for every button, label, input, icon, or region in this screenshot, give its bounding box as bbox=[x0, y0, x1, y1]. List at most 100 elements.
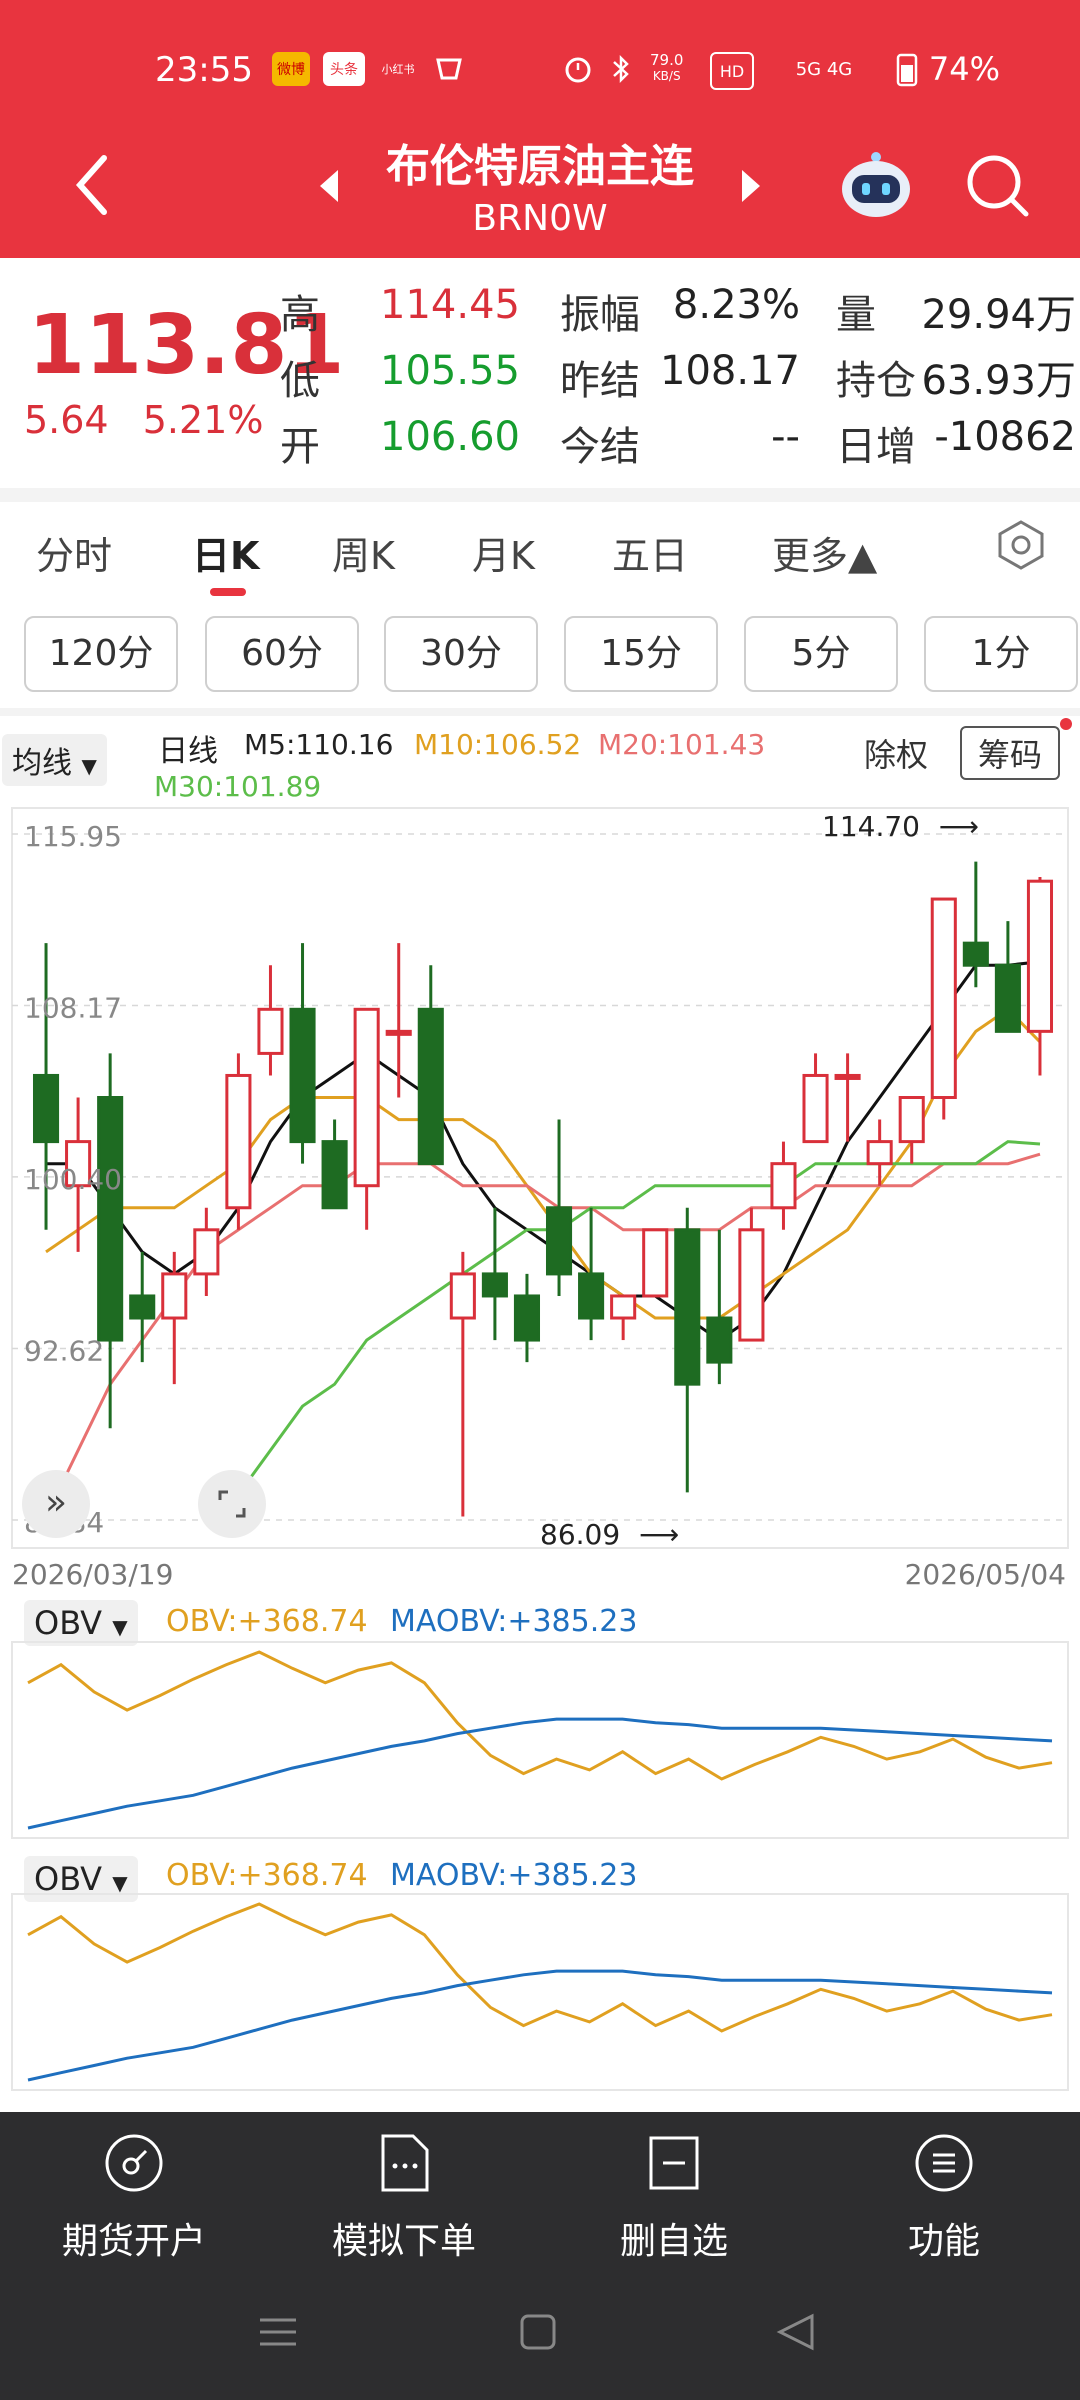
page-title: 布伦特原油主连 bbox=[386, 141, 694, 192]
price-change: 5.64 5.21% bbox=[24, 398, 263, 442]
open-futures-account-button[interactable]: 期货开户 bbox=[34, 2132, 234, 2264]
kline-chart[interactable]: 115.95108.17100.4092.6284.84 bbox=[0, 800, 1080, 1560]
candle-body bbox=[866, 1140, 893, 1166]
obv-value: OBV:+368.74 bbox=[166, 1604, 368, 1639]
xiaohongshu-icon: 小红书 bbox=[381, 63, 415, 76]
compass-icon bbox=[105, 2134, 163, 2192]
obv-chart-2[interactable] bbox=[0, 1892, 1080, 2092]
obv-chart[interactable] bbox=[0, 1640, 1080, 1840]
indicator-select[interactable]: 均线 ▼ bbox=[2, 734, 107, 786]
low-label: 低 bbox=[280, 358, 320, 404]
search-icon bbox=[967, 155, 1029, 217]
net-speed: 79.0 KB/S bbox=[650, 52, 683, 84]
triangle-right-icon bbox=[742, 170, 760, 202]
candle-body bbox=[481, 1272, 508, 1298]
x-start-label: 2026/03/19 bbox=[12, 1558, 174, 1591]
assistant-robot-button[interactable] bbox=[838, 145, 914, 221]
candle-body bbox=[834, 1073, 861, 1080]
volume-value: 29.94万 bbox=[921, 292, 1076, 338]
system-menu-button[interactable] bbox=[258, 2312, 298, 2352]
prev-settle-label: 昨结 bbox=[560, 358, 640, 404]
obv-value-2: OBV:+368.74 bbox=[166, 1858, 368, 1893]
notification-dot bbox=[1060, 718, 1072, 730]
tab-more[interactable]: 更多▲ bbox=[772, 525, 877, 580]
y-tick-label: 115.95 bbox=[24, 820, 122, 853]
candle-body bbox=[32, 1073, 60, 1144]
simulated-order-button[interactable]: 模拟下单 bbox=[304, 2132, 504, 2264]
candle-body bbox=[321, 1140, 348, 1210]
quote-panel: 113.81 5.64 5.21% 高 114.45 低 105.55 开 10… bbox=[0, 258, 1080, 488]
fullscreen-button[interactable] bbox=[198, 1470, 266, 1538]
remove-watchlist-button[interactable]: 删自选 bbox=[574, 2132, 774, 2264]
robot-icon bbox=[842, 152, 910, 217]
candle-body bbox=[642, 1228, 669, 1298]
settle-label: 今结 bbox=[560, 424, 640, 470]
candle-body bbox=[513, 1294, 541, 1342]
max-price-text: 114.70 bbox=[822, 810, 920, 843]
functions-button[interactable]: 功能 bbox=[844, 2132, 1044, 2264]
candle-body bbox=[353, 1007, 380, 1188]
header-bar: 23:55 微博 头条 小红书 79.0 KB/S HD 5G 4G 74% 布… bbox=[0, 0, 1080, 258]
interval-120min[interactable]: 120分 bbox=[24, 616, 178, 692]
expand-left-button[interactable]: » bbox=[22, 1470, 90, 1538]
candle-body bbox=[129, 1294, 156, 1320]
candle-body bbox=[802, 1073, 829, 1144]
ma10-label: M10:106.52 bbox=[414, 728, 582, 761]
weibo-icon: 微博 bbox=[272, 52, 310, 86]
next-contract-button[interactable] bbox=[738, 168, 762, 204]
settings-hexagon-icon bbox=[998, 520, 1044, 570]
obv-select-label: OBV bbox=[34, 1604, 103, 1642]
exright-button[interactable]: 除权 bbox=[864, 730, 928, 776]
y-tick-label: 108.17 bbox=[24, 992, 122, 1025]
interval-30min[interactable]: 30分 bbox=[384, 616, 538, 692]
oi-value: 63.93万 bbox=[921, 358, 1076, 404]
settle-value: -- bbox=[771, 414, 800, 460]
amplitude-label: 振幅 bbox=[560, 292, 640, 338]
hamburger-icon bbox=[260, 2318, 296, 2346]
candle-body bbox=[706, 1316, 733, 1364]
interval-5min[interactable]: 5分 bbox=[744, 616, 898, 692]
y-tick-label: 92.62 bbox=[24, 1334, 104, 1367]
search-button[interactable] bbox=[962, 150, 1032, 220]
candle-body bbox=[417, 1007, 444, 1166]
tab-intraday[interactable]: 分时 bbox=[36, 525, 112, 580]
indicator-select-label: 均线 bbox=[12, 746, 72, 781]
bottom-toolbar: 期货开户 模拟下单 删自选 功能 bbox=[0, 2112, 1080, 2400]
amplitude-value: 8.23% bbox=[672, 282, 800, 328]
interval-1min[interactable]: 1分 bbox=[924, 616, 1078, 692]
change-value: 5.64 bbox=[24, 398, 109, 442]
tab-monthly-k[interactable]: 月K bbox=[472, 525, 535, 580]
net-speed-unit: KB/S bbox=[652, 69, 681, 83]
ma30-label: M30:101.89 bbox=[154, 770, 322, 803]
ma5-label: M5:110.16 bbox=[244, 728, 394, 761]
tab-daily-k[interactable]: 日K bbox=[192, 525, 259, 580]
section-divider bbox=[0, 488, 1080, 502]
nav-label: 删自选 bbox=[619, 2221, 728, 2262]
bluetooth-icon bbox=[606, 52, 636, 86]
battery-icon bbox=[895, 52, 919, 87]
chart-settings-button[interactable] bbox=[994, 518, 1048, 572]
candle-body bbox=[97, 1096, 124, 1342]
system-home-button[interactable] bbox=[518, 2312, 558, 2352]
nav-label: 功能 bbox=[907, 2221, 980, 2262]
menu-circle-icon bbox=[915, 2134, 973, 2192]
obv-line-obv bbox=[27, 1650, 1053, 1781]
contract-code: BRN0W bbox=[472, 198, 608, 239]
interval-15min[interactable]: 15分 bbox=[564, 616, 718, 692]
battery-level: 74% bbox=[928, 50, 1000, 88]
candle-body bbox=[962, 941, 989, 967]
candle-body bbox=[898, 1096, 925, 1144]
tab-five-day[interactable]: 五日 bbox=[612, 525, 688, 580]
cup-icon bbox=[432, 52, 466, 86]
interval-60min[interactable]: 60分 bbox=[205, 616, 359, 692]
system-back-button[interactable] bbox=[776, 2312, 816, 2352]
hd-icon: HD bbox=[710, 52, 754, 90]
volume-label: 量 bbox=[836, 292, 876, 338]
chips-button[interactable]: 筹码 bbox=[960, 726, 1061, 780]
prev-settle-value: 108.17 bbox=[660, 348, 800, 394]
candle-body bbox=[225, 1073, 252, 1210]
candle-body bbox=[738, 1228, 765, 1342]
square-icon bbox=[520, 2314, 556, 2350]
high-value: 114.45 bbox=[380, 282, 520, 328]
tab-weekly-k[interactable]: 周K bbox=[332, 525, 395, 580]
